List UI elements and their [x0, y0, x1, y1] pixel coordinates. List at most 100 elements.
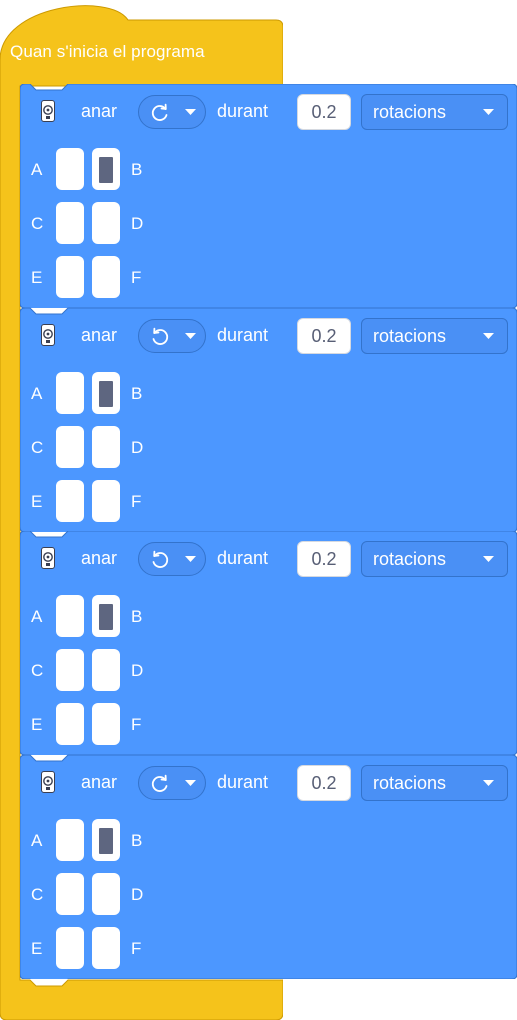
port-row-ef: E F: [20, 480, 220, 524]
unit-dropdown[interactable]: rotacions: [361, 318, 508, 354]
motor-run-for-block-2[interactable]: anar durant 0.2 rotacions A B C D E F: [20, 308, 517, 532]
chevron-down-icon: [185, 556, 196, 562]
chevron-down-icon: [185, 109, 196, 115]
motor-run-for-block-1[interactable]: anar durant 0.2 rotacions A B C D E F: [20, 84, 517, 308]
rotations-value-input[interactable]: 0.2: [297, 541, 351, 577]
port-row-cd: C D: [20, 649, 220, 693]
port-d-toggle[interactable]: [92, 426, 120, 468]
port-label-b: B: [131, 160, 143, 179]
port-c-toggle[interactable]: [56, 649, 84, 691]
chevron-down-icon: [185, 333, 196, 339]
port-a-toggle[interactable]: [56, 595, 84, 637]
motor-run-for-block-4[interactable]: anar durant 0.2 rotacions A B C D E F: [20, 755, 517, 979]
port-f-toggle[interactable]: [92, 480, 120, 522]
port-row-ef: E F: [20, 703, 220, 747]
rotate-clockwise-icon: [151, 774, 168, 792]
rotate-counterclockwise-icon: [152, 550, 169, 568]
during-label: durant: [217, 325, 269, 345]
port-row-ab: A B: [20, 148, 220, 192]
chevron-down-icon: [483, 556, 494, 562]
port-a-toggle[interactable]: [56, 372, 84, 414]
unit-label: rotacions: [373, 102, 447, 122]
port-e-toggle[interactable]: [56, 256, 84, 298]
port-row-cd: C D: [20, 202, 220, 246]
port-c-toggle[interactable]: [56, 426, 84, 468]
motor-hub-icon: [41, 547, 55, 569]
port-label-d: D: [131, 214, 144, 233]
direction-dropdown[interactable]: [138, 766, 206, 800]
rotate-counterclockwise-icon: [152, 327, 169, 345]
chevron-down-icon: [185, 780, 196, 786]
rotations-value-input[interactable]: 0.2: [297, 765, 351, 801]
port-row-ab: A B: [20, 372, 220, 416]
port-d-toggle[interactable]: [92, 202, 120, 244]
unit-label: rotacions: [373, 549, 447, 569]
port-f-toggle[interactable]: [92, 703, 120, 745]
port-label-c: C: [31, 438, 44, 457]
port-c-toggle[interactable]: [56, 202, 84, 244]
port-label-b: B: [131, 384, 143, 403]
port-label-f: F: [131, 939, 142, 958]
port-label-d: D: [131, 885, 144, 904]
port-row-ef: E F: [20, 927, 220, 971]
unit-dropdown[interactable]: rotacions: [361, 541, 508, 577]
port-b-toggle[interactable]: [92, 595, 120, 637]
port-a-toggle[interactable]: [56, 148, 84, 190]
port-label-e: E: [31, 939, 43, 958]
rotations-value-input[interactable]: 0.2: [297, 94, 351, 130]
port-label-a: A: [31, 160, 43, 179]
port-row-cd: C D: [20, 426, 220, 470]
unit-label: rotacions: [373, 326, 447, 346]
rotations-value-input[interactable]: 0.2: [297, 318, 351, 354]
port-label-a: A: [31, 607, 43, 626]
direction-dropdown[interactable]: [138, 95, 206, 129]
port-row-ab: A B: [20, 819, 220, 863]
port-label-f: F: [131, 715, 142, 734]
port-label-e: E: [31, 715, 43, 734]
port-label-e: E: [31, 268, 43, 287]
port-d-toggle[interactable]: [92, 873, 120, 915]
port-label-b: B: [131, 607, 143, 626]
port-d-toggle[interactable]: [92, 649, 120, 691]
verb-label: anar: [81, 101, 118, 121]
port-row-ab: A B: [20, 595, 220, 639]
chevron-down-icon: [483, 109, 494, 115]
port-e-toggle[interactable]: [56, 927, 84, 969]
port-label-f: F: [131, 492, 142, 511]
unit-dropdown[interactable]: rotacions: [361, 765, 508, 801]
during-label: durant: [217, 772, 269, 792]
port-a-toggle[interactable]: [56, 819, 84, 861]
port-e-toggle[interactable]: [56, 703, 84, 745]
port-f-toggle[interactable]: [92, 927, 120, 969]
during-label: durant: [217, 548, 269, 568]
port-b-toggle[interactable]: [92, 819, 120, 861]
motor-run-for-block-3[interactable]: anar durant 0.2 rotacions A B C D E F: [20, 531, 517, 755]
port-label-d: D: [131, 438, 144, 457]
port-b-toggle[interactable]: [92, 372, 120, 414]
direction-dropdown[interactable]: [138, 542, 206, 576]
rotate-clockwise-icon: [151, 103, 168, 121]
port-label-a: A: [31, 384, 43, 403]
port-label-d: D: [131, 661, 144, 680]
motor-hub-icon: [41, 324, 55, 346]
verb-label: anar: [81, 548, 118, 568]
port-label-e: E: [31, 492, 43, 511]
hat-label: Quan s'inicia el programa: [10, 42, 205, 61]
unit-dropdown[interactable]: rotacions: [361, 94, 508, 130]
port-e-toggle[interactable]: [56, 480, 84, 522]
port-label-b: B: [131, 831, 143, 850]
port-row-cd: C D: [20, 873, 220, 917]
port-b-toggle[interactable]: [92, 148, 120, 190]
port-c-toggle[interactable]: [56, 873, 84, 915]
port-label-f: F: [131, 268, 142, 287]
verb-label: anar: [81, 325, 118, 345]
unit-label: rotacions: [373, 773, 447, 793]
port-label-a: A: [31, 831, 43, 850]
chevron-down-icon: [483, 780, 494, 786]
during-label: durant: [217, 101, 269, 121]
port-label-c: C: [31, 214, 44, 233]
direction-dropdown[interactable]: [138, 319, 206, 353]
verb-label: anar: [81, 772, 118, 792]
port-f-toggle[interactable]: [92, 256, 120, 298]
port-row-ef: E F: [20, 256, 220, 300]
